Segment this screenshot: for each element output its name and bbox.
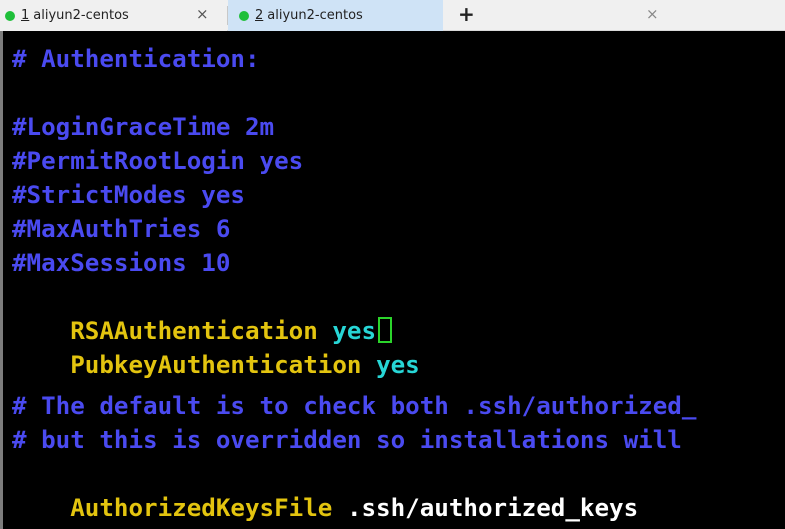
terminal-line: PubkeyAuthentication yes — [12, 314, 420, 379]
config-key: AuthorizedKeysFile — [70, 494, 333, 522]
tab-session-2[interactable]: 2 aliyun2-centos × — [228, 0, 659, 31]
config-key: PubkeyAuthentication — [70, 351, 362, 379]
tab-title: aliyun2-centos — [33, 8, 129, 23]
connected-status-icon — [239, 10, 249, 21]
terminal-left-border — [0, 31, 3, 529]
terminal-line: #LoginGraceTime 2m — [12, 113, 275, 141]
new-tab-button[interactable]: + — [458, 2, 475, 26]
terminal-line: #MaxSessions 10 — [12, 249, 231, 277]
config-value: yes — [376, 351, 420, 379]
terminal-line: # Authentication: — [12, 45, 260, 73]
terminal-line: #StrictModes yes — [12, 181, 245, 209]
tab-title: aliyun2-centos — [267, 8, 363, 23]
terminal-line: #MaxAuthTries 6 — [12, 215, 231, 243]
terminal-line: RSAAuthentication yes — [12, 280, 393, 345]
terminal-line: AuthorizedKeysFile .ssh/authorized_keys — [12, 457, 638, 522]
tab-bar: 1 aliyun2-centos × 2 aliyun2-centos × + — [0, 0, 785, 31]
tab-number: 1 — [21, 8, 30, 23]
terminal-line: # The default is to check both .ssh/auth… — [12, 392, 697, 420]
close-icon[interactable]: × — [646, 5, 659, 23]
tab-number: 2 — [255, 8, 264, 23]
close-icon[interactable]: × — [196, 5, 209, 23]
terminal-line: #PermitRootLogin yes — [12, 147, 304, 175]
terminal-pane[interactable]: # Authentication: #LoginGraceTime 2m #Pe… — [0, 31, 785, 529]
terminal-line: # but this is overridden so installation… — [12, 426, 682, 454]
tab-session-1[interactable]: 1 aliyun2-centos × — [0, 0, 227, 31]
config-value: .ssh/authorized_keys — [346, 494, 639, 522]
connected-status-icon — [5, 10, 15, 21]
